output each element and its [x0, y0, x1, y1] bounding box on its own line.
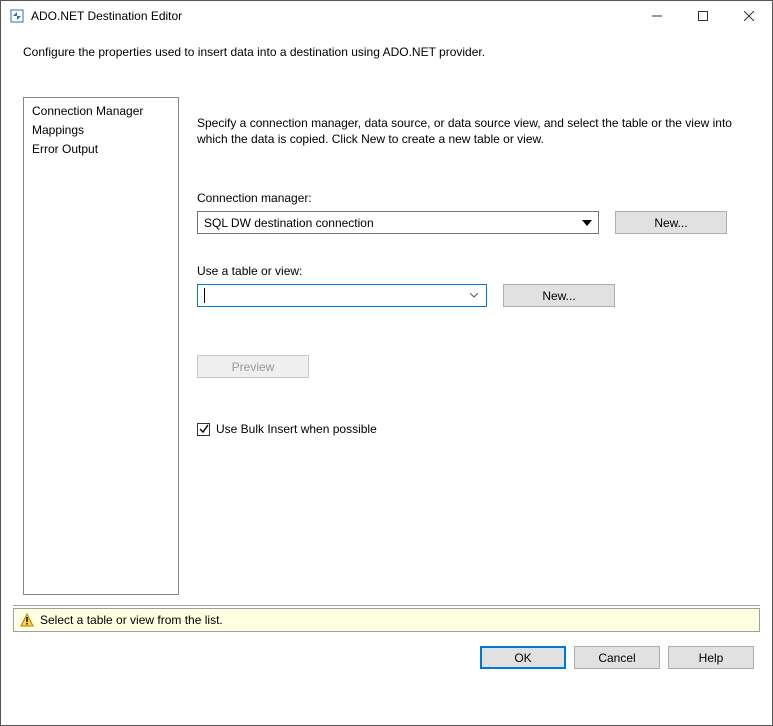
- minimize-button[interactable]: [634, 1, 680, 31]
- ok-button[interactable]: OK: [480, 646, 566, 669]
- cancel-button[interactable]: Cancel: [574, 646, 660, 669]
- table-view-label: Use a table or view:: [197, 264, 750, 278]
- sidebar-item-mappings[interactable]: Mappings: [30, 121, 172, 139]
- sidebar-item-label: Error Output: [32, 142, 98, 156]
- maximize-button[interactable]: [680, 1, 726, 31]
- close-button[interactable]: [726, 1, 772, 31]
- footer-buttons: OK Cancel Help: [1, 632, 772, 669]
- help-button[interactable]: Help: [668, 646, 754, 669]
- table-view-dropdown[interactable]: [197, 284, 487, 307]
- app-icon: [9, 8, 25, 24]
- sidebar: Connection Manager Mappings Error Output: [23, 97, 179, 595]
- connection-manager-dropdown[interactable]: SQL DW destination connection: [197, 211, 599, 234]
- main-panel: Specify a connection manager, data sourc…: [197, 97, 750, 595]
- page-description: Configure the properties used to insert …: [1, 31, 772, 69]
- status-message: Select a table or view from the list.: [40, 613, 223, 627]
- status-bar: Select a table or view from the list.: [13, 605, 760, 632]
- window-controls: [634, 1, 772, 31]
- new-connection-button[interactable]: New...: [615, 211, 727, 234]
- window-title: ADO.NET Destination Editor: [31, 9, 634, 23]
- bulk-insert-checkbox-row[interactable]: Use Bulk Insert when possible: [197, 422, 750, 436]
- connection-manager-value: SQL DW destination connection: [204, 216, 374, 230]
- chevron-down-icon: [578, 213, 596, 232]
- preview-button: Preview: [197, 355, 309, 378]
- connection-manager-label: Connection manager:: [197, 191, 750, 205]
- content-area: Connection Manager Mappings Error Output…: [1, 97, 772, 595]
- bulk-insert-label: Use Bulk Insert when possible: [216, 422, 377, 436]
- instructions-text: Specify a connection manager, data sourc…: [197, 115, 750, 147]
- titlebar: ADO.NET Destination Editor: [1, 1, 772, 31]
- sidebar-item-error-output[interactable]: Error Output: [30, 140, 172, 158]
- sidebar-item-connection-manager[interactable]: Connection Manager: [30, 102, 172, 120]
- sidebar-item-label: Connection Manager: [32, 104, 143, 118]
- new-table-button[interactable]: New...: [503, 284, 615, 307]
- sidebar-item-label: Mappings: [32, 123, 84, 137]
- warning-icon: [20, 613, 34, 627]
- text-cursor: [204, 288, 205, 303]
- checkbox-checked-icon: [197, 423, 210, 436]
- chevron-down-icon: [465, 286, 483, 305]
